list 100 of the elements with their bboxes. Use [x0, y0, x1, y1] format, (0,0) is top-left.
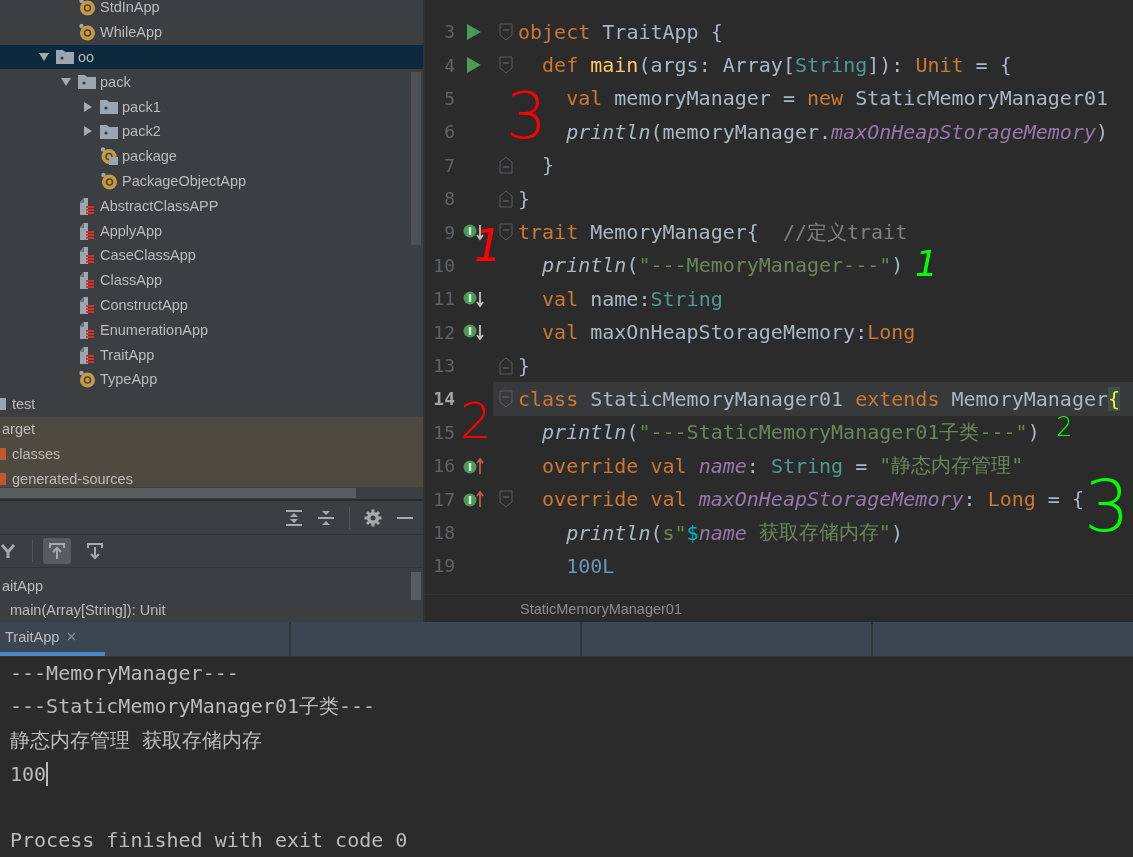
breadcrumb[interactable]: StaticMemoryManager01: [520, 600, 682, 617]
handwritten-mark: 2: [1056, 414, 1073, 440]
settings-icon[interactable]: [364, 508, 382, 527]
code-token: override val: [541, 453, 688, 478]
code-token: String: [794, 53, 868, 78]
tree-item[interactable]: ClassApp: [0, 267, 423, 293]
implemented-icon[interactable]: [463, 323, 485, 342]
implemented-icon[interactable]: [463, 289, 485, 308]
code-token: val: [565, 86, 604, 111]
code-token: (args: Array[: [638, 53, 795, 78]
line-number: 18: [432, 522, 455, 544]
arrow-up-icon: [48, 542, 66, 561]
code-token: :: [963, 487, 977, 512]
tree-item[interactable]: TraitApp: [0, 342, 423, 367]
code-token: object: [518, 19, 592, 44]
object-icon: [100, 171, 118, 190]
expanded-arrow-icon[interactable]: [60, 75, 72, 88]
line-number: 9: [443, 221, 455, 243]
handwritten-mark: 3: [506, 84, 547, 148]
tree-item[interactable]: WhileApp: [0, 19, 423, 45]
tree-item[interactable]: arget: [0, 416, 423, 442]
run-icon[interactable]: [467, 23, 481, 40]
scrollbar-thumb[interactable]: [411, 572, 421, 600]
tree-item[interactable]: EnumerationApp: [0, 317, 423, 343]
code-token: def: [541, 53, 580, 78]
code-token: TraitApp {: [602, 19, 723, 44]
line-number: 16: [432, 455, 455, 477]
tree-item[interactable]: oo: [0, 44, 423, 70]
tree-item[interactable]: pack: [0, 69, 423, 95]
code-token: maxOnHeapStorageMemory: [698, 487, 964, 512]
handwritten-mark: 2: [460, 396, 492, 446]
code-token: memoryManager =: [614, 86, 796, 111]
tree-item[interactable]: package: [0, 143, 423, 169]
console-output: ---StaticMemoryManager01子类---: [10, 693, 376, 721]
tree-item[interactable]: test: [0, 391, 423, 417]
code-token: name: [698, 453, 747, 478]
package-folder-icon: [100, 99, 118, 115]
tree-item[interactable]: StdInApp: [0, 0, 423, 20]
tree-item[interactable]: AbstractClassAPP: [0, 193, 423, 219]
scala-file-icon: [78, 196, 96, 215]
code-token: (memoryManager.: [650, 119, 832, 144]
code-token: name: [698, 520, 747, 545]
code-token: Long: [987, 487, 1036, 512]
fork-icon: [0, 543, 16, 560]
expanded-arrow-icon[interactable]: [38, 51, 50, 63]
collapse-all-icon[interactable]: [317, 508, 335, 527]
scrollbar-thumb[interactable]: [0, 488, 356, 498]
tree-item[interactable]: pack1: [0, 94, 423, 119]
collapsed-arrow-icon[interactable]: [82, 125, 94, 138]
code-token: println: [565, 520, 651, 545]
tree-item[interactable]: ApplyApp: [0, 218, 423, 243]
tree-item[interactable]: classes: [0, 441, 423, 467]
console-output: Process finished with exit code 0: [10, 828, 408, 853]
close-icon[interactable]: [67, 632, 77, 642]
line-number: 12: [432, 321, 455, 343]
scala-file-icon: [78, 320, 96, 339]
line-number: 17: [432, 488, 455, 510]
expand-all-icon[interactable]: [285, 508, 303, 527]
code-token: = {: [1046, 487, 1084, 512]
code-token: (: [626, 253, 639, 278]
code-token: "---MemoryManager---": [638, 253, 892, 278]
structure-item[interactable]: aitApp: [2, 574, 423, 598]
scala-file-icon: [78, 295, 96, 314]
code-token: 获取存储内存": [757, 519, 891, 547]
handwritten-mark: 3: [1084, 470, 1130, 542]
scala-file-icon: [78, 345, 96, 364]
scala-file-icon: [78, 271, 96, 290]
code-token: =: [854, 453, 869, 478]
collapsed-arrow-icon[interactable]: [82, 100, 94, 113]
tree-item[interactable]: pack2: [0, 119, 423, 144]
tree-item[interactable]: PackageObjectApp: [0, 168, 423, 194]
code-token: class: [518, 387, 580, 411]
run-icon[interactable]: [467, 57, 481, 74]
tree-item[interactable]: generated-sources: [0, 466, 423, 487]
overrides-icon[interactable]: [463, 490, 485, 509]
code-token: new: [807, 86, 845, 111]
code-token: val: [541, 286, 580, 311]
line-number: 11: [432, 288, 455, 310]
structure-item[interactable]: main(Array[String]): Unit: [10, 598, 423, 622]
code-token: String: [770, 453, 844, 478]
code-token: :: [746, 453, 760, 478]
code-token: ]):: [867, 53, 905, 78]
tree-item[interactable]: TypeApp: [0, 366, 423, 392]
code-token: }: [518, 353, 531, 378]
handwritten-mark: 1: [474, 224, 502, 268]
overrides-icon[interactable]: [463, 456, 485, 475]
code-token: println: [541, 253, 627, 278]
arrow-up-to-bar-toggle[interactable]: [43, 538, 71, 565]
console-output: ---MemoryManager---: [10, 661, 239, 686]
code-token: (: [626, 420, 639, 445]
line-number: 5: [443, 87, 455, 109]
code-token: ): [1027, 420, 1040, 445]
code-token: "静态内存管理": [879, 452, 1024, 480]
package-folder-icon: [100, 123, 118, 139]
tree-item[interactable]: ConstructApp: [0, 292, 423, 318]
code-token: s": [662, 520, 687, 545]
code-token: ): [1096, 119, 1109, 144]
code-token: MemoryManager: [951, 387, 1109, 411]
code-token: maxOnHeapStorageMemory: [831, 119, 1096, 144]
tree-item[interactable]: CaseClassApp: [0, 242, 423, 268]
